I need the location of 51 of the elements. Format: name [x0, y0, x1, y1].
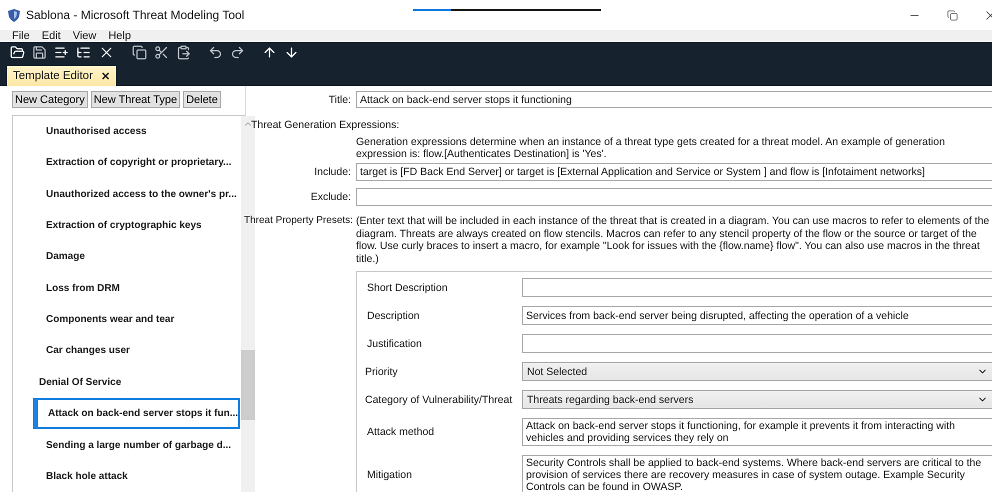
exclude-field[interactable] — [356, 188, 992, 206]
field-label: Title: — [328, 94, 351, 106]
app-shield-icon — [8, 8, 20, 22]
text-area[interactable]: Security Controls shall be applied to back-end systems. Where back-end servers are critical to the provision of services there are recovery measures in case of system outage. Example Security Controls can be found in OWASP. — [522, 455, 992, 492]
menu-item[interactable]: File — [6, 30, 36, 42]
folder-icon[interactable] — [10, 45, 25, 60]
menu-item[interactable]: View — [66, 30, 102, 42]
field-label: Short Description — [366, 282, 449, 294]
window-title: Sablona - Microsoft Threat Modeling Tool — [26, 8, 244, 22]
field-label: Description — [366, 310, 421, 322]
list-tree-icon[interactable] — [76, 45, 91, 60]
field-label: Exclude: — [310, 191, 351, 203]
include-field[interactable]: target is [FD Back End Server] or target is [External Application and Service or System ] and flow is [Infotaiment networks] — [356, 163, 992, 181]
text-field[interactable] — [522, 278, 992, 297]
scroll-thumb[interactable] — [241, 350, 256, 420]
tree-item[interactable]: Unauthorised access — [13, 116, 242, 148]
tree-item[interactable]: Components wear and tear — [13, 304, 242, 336]
text-area[interactable]: Attack on back-end server stops it functioning, for example it prevents it from interacting with vehicles and providing services they rely on — [522, 418, 992, 446]
text-field[interactable]: Services from back-end server being disrupted, affecting the operation of a vehicle — [522, 306, 992, 325]
field-label: Attack method — [366, 426, 436, 438]
tree-item[interactable]: Loss from DRM — [13, 272, 242, 304]
menu-item[interactable]: Edit — [36, 30, 67, 42]
field-label: Mitigation — [366, 469, 413, 481]
field-label: Justification — [366, 338, 423, 350]
tree-item[interactable]: Black hole attack — [13, 460, 242, 492]
section-heading: Threat Generation Expressions: — [251, 119, 400, 131]
toolbar-button[interactable]: New Category — [12, 91, 88, 108]
down-arrow-icon[interactable] — [284, 45, 299, 60]
field-label: Include: — [313, 166, 351, 178]
tree-item[interactable]: Extraction of copyright or proprietary... — [13, 147, 242, 179]
field-label: Category of Vulnerability/Threat — [365, 394, 514, 406]
toolbar-button[interactable]: Delete — [183, 91, 221, 108]
dropdown[interactable]: Threats regarding back-end servers — [522, 390, 992, 409]
section-heading: Threat Property Presets: — [244, 215, 353, 228]
close-tab-icon[interactable]: ✕ — [100, 70, 110, 82]
dropdown[interactable]: Not Selected — [522, 362, 992, 381]
toolbar-button[interactable]: New Threat Type — [90, 91, 180, 108]
help-text: (Enter text that will be included in each instance of the threat that is created in a diagram. You can use macros to refer to elements of the diagram. Threats are always created on flow stencils. Macros can refer to any stencil property of the flow or the source or target of the flow. Use curly braces to insert a macro, for example "Look for issues with the {flow.name} flow". You can also use macros in the threat title.) — [356, 215, 990, 265]
tree-item[interactable]: Car changes user — [13, 335, 242, 367]
add-list-icon[interactable] — [54, 45, 69, 60]
tree-item[interactable]: Sending a large number of garbage d... — [13, 429, 242, 461]
help-text: Generation expressions determine when an instance of a threat type gets created for a threat model. An example of generation expression is: flow.[Authenticates Destination] is 'Yes'. — [356, 136, 946, 160]
tree-item[interactable]: Extraction of cryptographic keys — [13, 210, 242, 242]
tree-item[interactable]: Denial Of Service — [13, 366, 242, 398]
tree-item[interactable]: Unauthorized access to the owner's pr... — [13, 178, 242, 210]
editor-tab[interactable]: Template Editor ✕ — [7, 66, 116, 86]
field-label: Priority — [365, 366, 399, 378]
title-field[interactable]: Attack on back-end server stops it functioning — [356, 91, 992, 108]
menu-item[interactable]: Help — [102, 30, 137, 42]
tree-item[interactable]: Damage — [13, 241, 242, 273]
text-field[interactable] — [522, 334, 992, 353]
